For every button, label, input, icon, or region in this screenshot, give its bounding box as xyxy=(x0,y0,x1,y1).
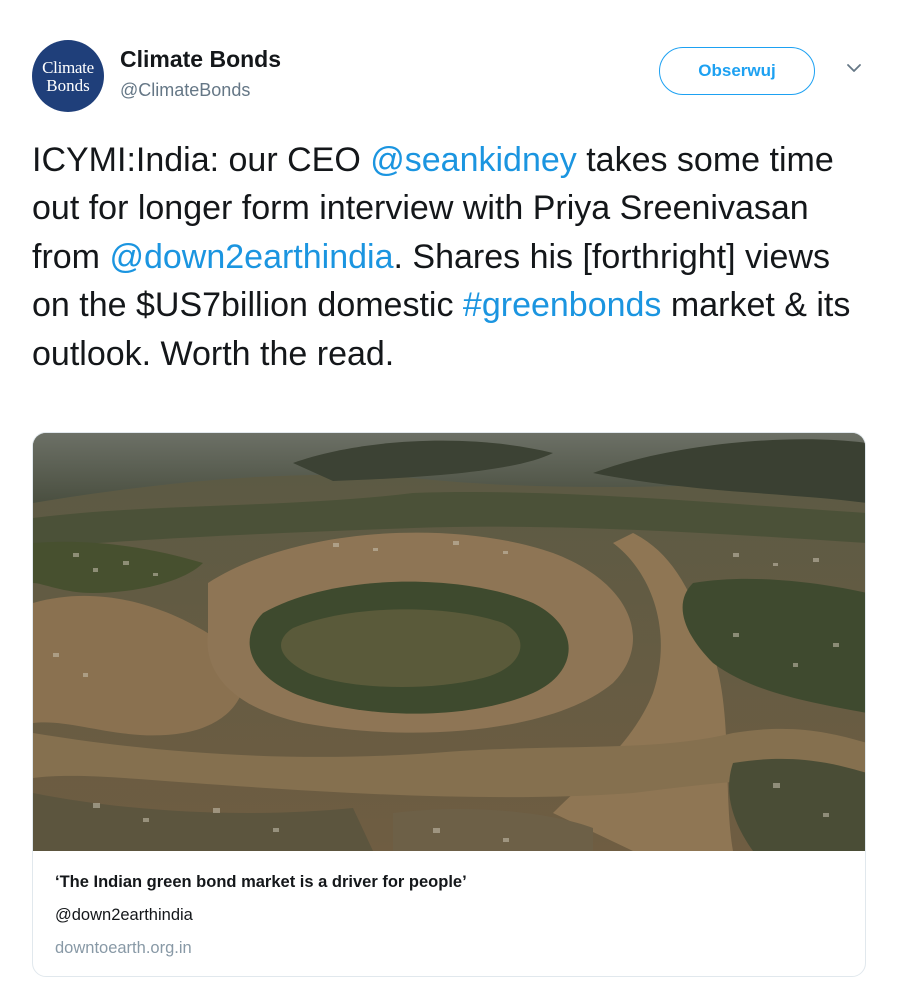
follow-button[interactable]: Obserwuj xyxy=(659,47,815,95)
card-image-flooded-landscape[interactable] xyxy=(33,433,866,851)
account-name[interactable]: Climate Bonds xyxy=(120,46,281,73)
card-domain[interactable]: downtoearth.org.in xyxy=(55,939,192,958)
tweet-header: Climate Bonds Climate Bonds @ClimateBond… xyxy=(32,40,872,120)
mention-link-seankidney[interactable]: @seankidney xyxy=(370,141,577,179)
tweet-text-segment: ICYMI:India: our CEO xyxy=(32,141,371,179)
account-handle[interactable]: @ClimateBonds xyxy=(120,80,250,101)
avatar-text-line1: Climate xyxy=(42,57,94,77)
avatar-text-line2: Bonds xyxy=(46,75,90,95)
mention-link-down2earthindia[interactable]: @down2earthindia xyxy=(109,238,393,276)
avatar[interactable]: Climate Bonds xyxy=(32,40,104,112)
card-title[interactable]: ‘The Indian green bond market is a drive… xyxy=(55,873,467,892)
hashtag-link-greenbonds[interactable]: #greenbonds xyxy=(463,286,662,324)
card-handle[interactable]: @down2earthindia xyxy=(55,906,193,925)
tweet-text: ICYMI:India: our CEO @seankidney takes s… xyxy=(32,136,872,378)
link-preview-card[interactable]: ‘The Indian green bond market is a drive… xyxy=(32,432,866,977)
chevron-down-icon[interactable] xyxy=(844,58,864,78)
